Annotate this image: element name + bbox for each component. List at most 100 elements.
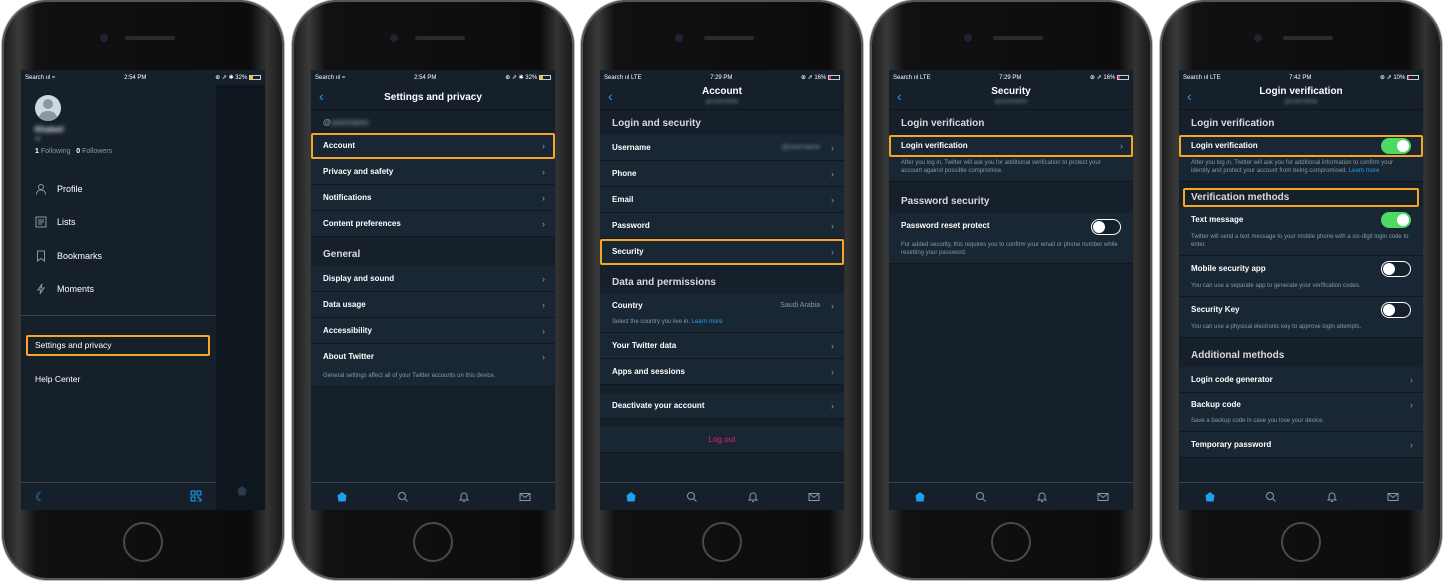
follow-counts[interactable]: 1 Following 0 Followers — [35, 148, 112, 155]
row-deactivate[interactable]: Deactivate your account › — [600, 393, 844, 419]
home-icon[interactable] — [335, 490, 349, 504]
status-bar: Search ııl ≈ 2:54 PM ⊕ ⇗ ✱ 32% — [21, 70, 265, 85]
screen-login-verification: Search ııl LTE 7:42 PM ⊕ ⇗ 10% ‹ Login v… — [1179, 70, 1423, 510]
dimmed-background[interactable] — [216, 85, 265, 510]
status-bar: Search ııl ≈ 2:54 PM ⊕ ⇗ ✱ 32% — [311, 70, 555, 85]
row-account[interactable]: Account › — [311, 133, 555, 159]
home-button[interactable] — [1281, 522, 1321, 562]
nav-bar: ‹ Settings and privacy — [311, 85, 555, 110]
row-apps-sessions[interactable]: Apps and sessions › — [600, 359, 844, 385]
search-icon[interactable] — [1264, 490, 1278, 504]
row-security[interactable]: Security › — [600, 239, 844, 265]
logout-button[interactable]: Log out — [600, 427, 844, 453]
row-username[interactable]: Username @username › — [600, 135, 844, 161]
mail-icon[interactable] — [1096, 490, 1110, 504]
chevron-right-icon: › — [1410, 400, 1413, 410]
chevron-right-icon: › — [831, 341, 834, 351]
nav-bar: ‹ Security @username — [889, 85, 1133, 110]
row-content-preferences[interactable]: Content preferences › — [311, 211, 555, 237]
row-backup-code[interactable]: Backup code › — [1179, 393, 1423, 415]
row-password[interactable]: Password › — [600, 213, 844, 239]
row-privacy[interactable]: Privacy and safety › — [311, 159, 555, 185]
tab-bar — [1179, 482, 1423, 510]
menu-item-bookmarks[interactable]: Bookmarks — [35, 250, 102, 262]
mobile-security-app-description: You can use a separate app to generate y… — [1179, 280, 1423, 297]
search-icon[interactable] — [685, 490, 699, 504]
row-phone[interactable]: Phone › — [600, 161, 844, 187]
row-display-sound[interactable]: Display and sound › — [311, 266, 555, 292]
row-login-code-generator[interactable]: Login code generator › — [1179, 367, 1423, 393]
back-icon[interactable]: ‹ — [608, 88, 613, 104]
tab-bar — [889, 482, 1133, 510]
page-subtitle: @username — [1284, 99, 1318, 105]
row-your-twitter-data[interactable]: Your Twitter data › — [600, 333, 844, 359]
home-button[interactable] — [702, 522, 742, 562]
side-drawer: Khaleel @ 1 Following 0 Followers Profil… — [21, 85, 216, 510]
phone-frame-1: Search ııl ≈ 2:54 PM ⊕ ⇗ ✱ 32% Khaleel @… — [2, 0, 284, 580]
speaker — [125, 36, 175, 40]
menu-item-profile[interactable]: Profile — [35, 183, 83, 195]
chevron-right-icon: › — [831, 195, 834, 205]
section-login-verification: Login verification — [889, 110, 1133, 135]
home-button[interactable] — [413, 522, 453, 562]
menu-item-moments[interactable]: Moments — [35, 283, 94, 295]
home-button[interactable] — [991, 522, 1031, 562]
username-value: @username — [781, 144, 820, 151]
account-handle: @username — [311, 110, 555, 133]
back-icon[interactable]: ‹ — [897, 88, 902, 104]
text-message-toggle[interactable] — [1381, 212, 1411, 228]
bell-icon[interactable] — [1325, 490, 1339, 504]
row-data-usage[interactable]: Data usage › — [311, 292, 555, 318]
row-notifications[interactable]: Notifications › — [311, 185, 555, 211]
row-about[interactable]: About Twitter › — [311, 344, 555, 370]
bell-icon[interactable] — [746, 490, 760, 504]
chevron-right-icon: › — [542, 167, 545, 177]
battery-icon — [1407, 74, 1419, 80]
lightning-icon — [35, 283, 47, 295]
row-country[interactable]: Country Saudi Arabia › — [600, 294, 844, 316]
mobile-security-app-toggle[interactable] — [1381, 261, 1411, 277]
row-temporary-password[interactable]: Temporary password › — [1179, 432, 1423, 458]
bell-icon[interactable] — [1035, 490, 1049, 504]
chevron-right-icon: › — [542, 219, 545, 229]
home-button[interactable] — [123, 522, 163, 562]
home-icon[interactable] — [1203, 490, 1217, 504]
avatar[interactable] — [35, 95, 61, 121]
menu-item-lists[interactable]: Lists — [35, 216, 76, 228]
home-icon[interactable] — [624, 490, 638, 504]
row-accessibility[interactable]: Accessibility › — [311, 318, 555, 344]
page-title: Security — [991, 86, 1031, 97]
menu-item-help-center[interactable]: Help Center — [35, 374, 80, 384]
moon-icon[interactable]: ☾ — [35, 490, 46, 504]
chevron-right-icon: › — [1120, 141, 1123, 151]
bookmark-icon — [35, 250, 47, 262]
search-icon[interactable] — [974, 490, 988, 504]
status-bar: Search ııl LTE 7:29 PM ⊕ ⇗ 16% — [889, 70, 1133, 85]
row-email[interactable]: Email › — [600, 187, 844, 213]
mail-icon[interactable] — [518, 490, 532, 504]
status-bar: Search ııl LTE 7:42 PM ⊕ ⇗ 10% — [1179, 70, 1423, 85]
qr-code-icon[interactable] — [190, 489, 202, 507]
back-icon[interactable]: ‹ — [1187, 88, 1192, 104]
mail-icon[interactable] — [807, 490, 821, 504]
back-icon[interactable]: ‹ — [319, 88, 324, 104]
security-key-toggle[interactable] — [1381, 302, 1411, 318]
learn-more-link[interactable]: Learn more — [692, 319, 723, 325]
section-login-security: Login and security — [600, 110, 844, 135]
password-reset-toggle[interactable] — [1091, 219, 1121, 235]
person-icon — [35, 183, 47, 195]
phone-frame-3: Search ııl LTE 7:29 PM ⊕ ⇗ 16% ‹ Account… — [581, 0, 863, 580]
search-icon[interactable] — [396, 490, 410, 504]
page-title: Login verification — [1259, 86, 1343, 97]
mail-icon[interactable] — [1386, 490, 1400, 504]
list-icon — [35, 216, 47, 228]
screen-security: Search ııl LTE 7:29 PM ⊕ ⇗ 16% ‹ Securit… — [889, 70, 1133, 510]
menu-item-settings[interactable]: Settings and privacy — [26, 335, 210, 356]
learn-more-link[interactable]: Learn more — [1349, 168, 1380, 174]
bell-icon[interactable] — [457, 490, 471, 504]
row-login-verification[interactable]: Login verification › — [889, 135, 1133, 157]
status-back[interactable]: Search — [25, 75, 44, 81]
chevron-right-icon: › — [831, 367, 834, 377]
home-icon[interactable] — [913, 490, 927, 504]
login-verification-toggle[interactable] — [1381, 138, 1411, 154]
